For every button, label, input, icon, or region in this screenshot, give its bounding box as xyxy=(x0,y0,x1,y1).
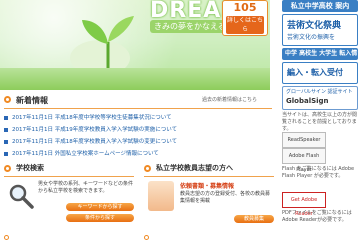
news-item[interactable]: 2017年11月1日 外国私立学校案ホームページ情報について xyxy=(4,148,272,160)
right-banner-globalsign[interactable]: グローバルサイン 認証サイト GlobalSign xyxy=(282,86,358,110)
teacher-recruit-title: 私立学校教員志望の方へ xyxy=(156,164,233,172)
right-banner-1[interactable]: 私立中学高校 案内 xyxy=(282,0,358,12)
news-more-link[interactable]: 過去の新着情報はこちら xyxy=(202,96,257,103)
flash-notice-text: Flash をご覧になるには Adobe Flash Player が必要です。 xyxy=(282,166,355,179)
news-item-text[interactable]: 2017年11月1日 平成18年度学校教員入学入学試験の変更について xyxy=(12,139,177,145)
hero-badge-detail-button[interactable]: 詳しくはこちら xyxy=(226,16,264,34)
news-bullet-icon xyxy=(4,152,8,156)
news-item[interactable]: 2017年11月1日 平成18年度学校教員入学入学試験の変更について xyxy=(4,136,272,148)
hero-banner[interactable]: DREAM きみの夢をかなえる! 105 詳しくはこちら xyxy=(0,0,270,90)
search-by-keyword-button[interactable]: キーワードから探す xyxy=(66,203,134,211)
search-by-condition-button[interactable]: 条件から探す xyxy=(66,214,134,222)
news-item-text[interactable]: 2017年11月1日 平成18年度中学校等学校生徒募集状況について xyxy=(12,115,172,121)
school-search-divider xyxy=(4,176,134,177)
right-banner-transfer-title: 編入・転入受付 xyxy=(287,68,343,77)
flash-player-button[interactable]: Adobe Flash Player xyxy=(282,148,326,173)
news-item-text[interactable]: 2017年11月1日 外国私立学校案ホームページ情報について xyxy=(12,151,159,157)
bottom-section-header-left xyxy=(4,234,134,240)
school-search-circle-icon xyxy=(4,165,11,172)
teacher-recruit-circle-icon xyxy=(144,165,151,172)
news-circle-icon xyxy=(4,96,11,103)
right-notice-text: 当サイトは、高校生以上の方が閲覧されることを前提としております。 xyxy=(282,112,358,132)
school-search-card: 学校検索 男女や学校の系列、キーワードなどの条件から私立学校を検索できます。 キ… xyxy=(4,163,136,233)
teacher-recruit-button[interactable]: 教員募集 xyxy=(234,215,274,223)
news-list: 2017年11月1日 平成18年度中学校等学校生徒募集状況について 2017年1… xyxy=(4,112,272,160)
news-item[interactable]: 2017年11月1日 平成18年度中学校等学校生徒募集状況について xyxy=(4,112,272,124)
news-bullet-icon xyxy=(4,128,8,132)
right-sidebar: 私立中学高校 案内 芸術文化祭典 芸術文化の振興を 中学 高校生 大学生 転入情… xyxy=(282,0,360,240)
teacher-recruit-card: 私立学校教員志望の方へ 依頼書類・募集情報 教員志望の方の登録受付、各校の教員募… xyxy=(144,163,276,233)
news-title: 新着情報 xyxy=(16,96,48,105)
teacher-photo xyxy=(148,181,174,211)
magnifier-icon xyxy=(9,184,34,209)
pdf-notice-text: PDFファイルをご覧になるにはAdobe Readerが必要です。 xyxy=(282,210,352,223)
news-bullet-icon xyxy=(4,116,8,120)
news-divider xyxy=(4,108,272,109)
school-search-title: 学校検索 xyxy=(16,164,44,172)
sprout-icon xyxy=(82,16,134,70)
teacher-recruit-desc: 教員志望の方の登録受付、各校の教員募集情報を掲載 xyxy=(180,191,271,204)
right-banner-transfer[interactable]: 編入・転入受付 xyxy=(282,62,358,84)
news-bullet-icon xyxy=(4,140,8,144)
news-header: 新着情報 過去の新着情報はこちら xyxy=(4,95,274,107)
hero-badge-number: 105 xyxy=(233,1,257,14)
right-banner-arts-title: 芸術文化祭典 xyxy=(287,21,342,31)
news-item[interactable]: 2017年11月1日 平成19年度学校教員入学入学試験の実施について xyxy=(4,124,272,136)
section-circle-icon xyxy=(4,235,9,240)
teacher-recruit-divider xyxy=(144,176,274,177)
teacher-recruit-tag[interactable]: 依頼書類・募集情報 xyxy=(180,181,234,190)
news-item-text[interactable]: 2017年11月1日 平成19年度学校教員入学入学試験の実施について xyxy=(12,127,177,133)
adobe-reader-button[interactable]: Get Adobe Reader xyxy=(282,192,326,217)
teacher-recruit-header: 私立学校教員志望の方へ xyxy=(144,163,274,175)
right-banner-arts-sub: 芸術文化の振興を xyxy=(287,34,336,41)
right-banner-arts[interactable]: 芸術文化祭典 芸術文化の振興を xyxy=(282,14,358,46)
hero-dream-subtitle: きみの夢をかなえる! xyxy=(150,20,233,33)
section-circle-icon xyxy=(144,235,149,240)
bottom-section-header-right xyxy=(144,234,274,240)
hero-badge[interactable]: 105 詳しくはこちら xyxy=(222,0,268,36)
school-search-header: 学校検索 xyxy=(4,163,134,175)
right-banner-globalsign-sub: GlobalSign xyxy=(286,97,329,105)
right-banner-transfer-header[interactable]: 中学 高校生 大学生 転入情報 xyxy=(282,48,358,69)
school-search-desc: 男女や学校の系列、キーワードなどの条件から私立学校を検索できます。 xyxy=(38,181,134,194)
readspeaker-button[interactable]: ReadSpeaker xyxy=(282,132,326,148)
right-banner-globalsign-title: グローバルサイン 認証サイト xyxy=(286,89,353,95)
hero-grass xyxy=(0,68,270,90)
